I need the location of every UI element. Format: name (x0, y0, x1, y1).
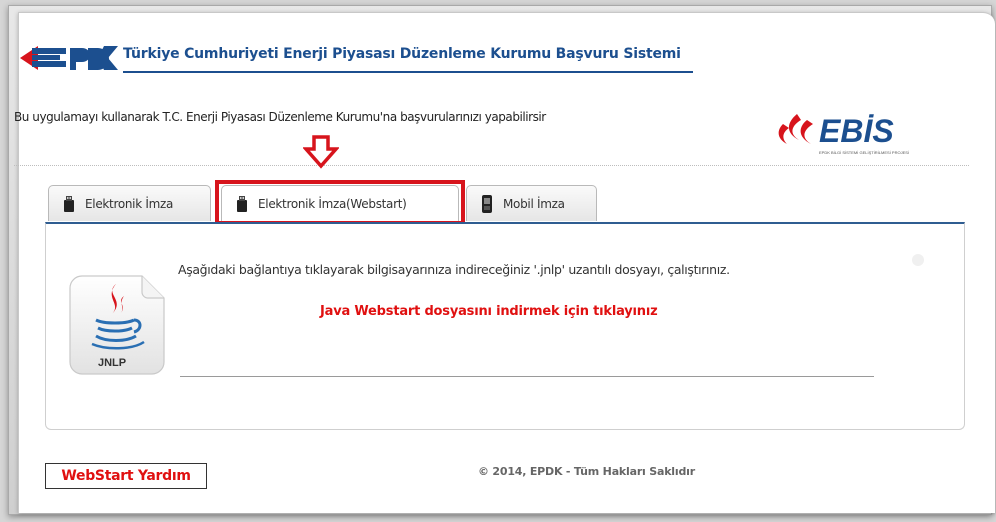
ebis-logo: EBİS EPDK BİLGİ SİSTEMİ GELİŞTİRİLMESİ P… (775, 106, 935, 162)
jnlp-file-icon: JNLP (68, 274, 170, 380)
download-webstart-link[interactable]: Java Webstart dosyasını indirmek için tı… (320, 304, 658, 319)
mobile-phone-icon (481, 194, 493, 213)
tab-label: Mobil İmza (503, 196, 565, 211)
intro-text: Bu uygulamayı kullanarak T.C. Enerji Piy… (14, 110, 546, 124)
title-underline (123, 71, 693, 73)
page-title: Türkiye Cumhuriyeti Enerji Piyasası Düze… (123, 46, 681, 62)
tab-label: Elektronik İmza (85, 196, 174, 211)
svg-text:EPDK BİLGİ SİSTEMİ GELİŞTİRİLM: EPDK BİLGİ SİSTEMİ GELİŞTİRİLMESİ PROJES… (819, 150, 909, 155)
webstart-help-button[interactable]: WebStart Yardım (45, 463, 207, 489)
tab-elektronik-imza[interactable]: Elektronik İmza (48, 185, 211, 221)
copyright-text: © 2014, EPDK - Tüm Hakları Saklıdır (478, 465, 695, 478)
panel-divider (180, 376, 874, 377)
down-arrow-annotation-icon (302, 135, 340, 173)
instruction-text: Aşağıdaki bağlantıya tıklayarak bilgisay… (178, 262, 730, 277)
usb-token-icon (63, 195, 75, 212)
tab-highlight-box (215, 180, 465, 225)
epdk-logo (18, 42, 122, 76)
svg-text:EBİS: EBİS (819, 113, 894, 149)
header-divider (14, 165, 969, 166)
decorative-dot (912, 254, 924, 266)
jnlp-icon-label: JNLP (98, 357, 126, 369)
tab-mobil-imza[interactable]: Mobil İmza (466, 185, 597, 221)
tab-content-panel (45, 222, 965, 430)
